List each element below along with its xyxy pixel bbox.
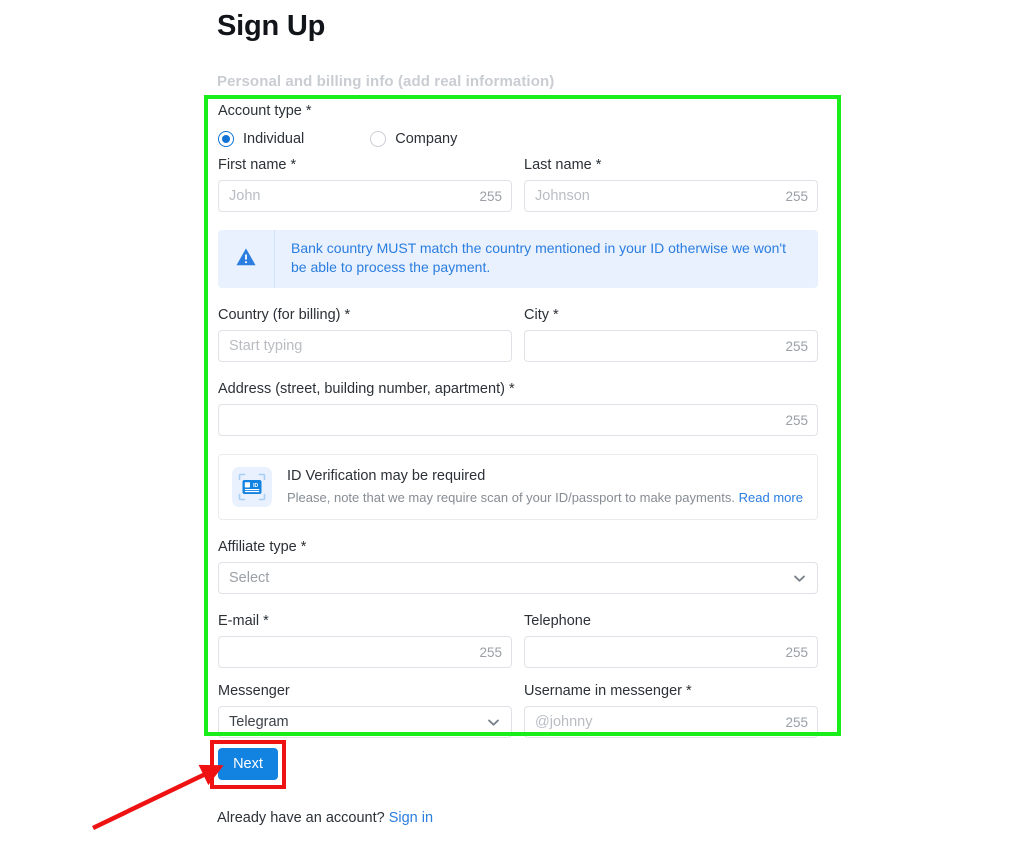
email-input[interactable]: 255 <box>218 636 512 668</box>
red-arrow-annotation <box>92 764 224 831</box>
telephone-group: Telephone 255 <box>524 612 818 668</box>
last-name-input[interactable]: Johnson 255 <box>524 180 818 212</box>
messenger-label: Messenger <box>218 683 290 699</box>
messenger-row: Messenger Telegram Username in messenger… <box>218 682 818 738</box>
email-group: E-mail * 255 <box>218 612 512 668</box>
first-name-group: First name * John 255 <box>218 156 512 212</box>
messenger-username-label: Username in messenger * <box>524 683 692 699</box>
radio-unselected-icon <box>370 131 387 147</box>
chevron-down-icon <box>486 715 511 730</box>
bank-alert-wrap: Bank country MUST match the country ment… <box>218 230 818 288</box>
id-card-scan-icon: ID <box>232 467 272 507</box>
chevron-down-icon <box>792 571 817 586</box>
messenger-username-input[interactable]: @johnny 255 <box>524 706 818 738</box>
email-phone-row: E-mail * 255 Telephone 255 <box>218 612 818 668</box>
signup-form: Account type * Individual Company First … <box>218 102 818 738</box>
messenger-group: Messenger Telegram <box>218 682 512 738</box>
id-verification-body: ID Verification may be required Please, … <box>287 468 804 506</box>
address-group: Address (street, building number, apartm… <box>218 380 818 436</box>
radio-label-individual: Individual <box>243 131 305 147</box>
email-counter: 255 <box>479 644 502 660</box>
account-type-radio-group: Individual Company <box>218 126 818 152</box>
last-name-label: Last name * <box>524 157 602 173</box>
id-verification-card: ID ID Verification may be required Pleas… <box>218 454 818 520</box>
last-name-group: Last name * Johnson 255 <box>524 156 818 212</box>
first-name-counter: 255 <box>479 188 502 204</box>
id-verification-desc-text: Please, note that we may require scan of… <box>287 490 735 505</box>
affiliate-type-select[interactable]: Select <box>218 562 818 594</box>
telephone-counter: 255 <box>785 644 808 660</box>
bank-country-alert: Bank country MUST match the country ment… <box>218 230 818 288</box>
messenger-username-placeholder: @johnny <box>535 714 593 730</box>
first-name-input[interactable]: John 255 <box>218 180 512 212</box>
country-label: Country (for billing) * <box>218 307 351 323</box>
country-placeholder: Start typing <box>229 338 303 354</box>
name-row: First name * John 255 Last name * Johnso… <box>218 156 818 212</box>
last-name-counter: 255 <box>785 188 808 204</box>
sign-in-link[interactable]: Sign in <box>389 810 433 826</box>
address-label: Address (street, building number, apartm… <box>218 381 515 397</box>
address-input[interactable]: 255 <box>218 404 818 436</box>
svg-text:ID: ID <box>253 483 258 489</box>
bank-alert-text: Bank country MUST match the country ment… <box>291 240 786 275</box>
radio-option-individual[interactable]: Individual <box>218 131 304 147</box>
affiliate-type-value: Select <box>229 570 270 586</box>
messenger-select[interactable]: Telegram <box>218 706 512 738</box>
country-input[interactable]: Start typing <box>218 330 512 362</box>
first-name-placeholder: John <box>229 188 261 204</box>
messenger-value: Telegram <box>229 714 289 730</box>
account-type-label: Account type * <box>218 103 312 119</box>
next-button[interactable]: Next <box>218 748 278 780</box>
country-group: Country (for billing) * Start typing <box>218 306 512 362</box>
radio-selected-icon <box>218 131 234 147</box>
last-name-placeholder: Johnson <box>535 188 590 204</box>
address-counter: 255 <box>785 412 808 428</box>
already-have-account-line: Already have an account? Sign in <box>217 810 433 826</box>
country-city-row: Country (for billing) * Start typing Cit… <box>218 306 818 362</box>
id-verification-description: Please, note that we may require scan of… <box>287 489 804 506</box>
radio-label-company: Company <box>395 131 458 147</box>
city-label: City * <box>524 307 559 323</box>
radio-option-company[interactable]: Company <box>370 131 457 147</box>
affiliate-type-label: Affiliate type * <box>218 539 307 555</box>
warning-triangle-icon <box>235 246 257 273</box>
first-name-label: First name * <box>218 157 297 173</box>
page-title: Sign Up <box>217 10 326 42</box>
already-have-account-text: Already have an account? <box>217 810 385 826</box>
read-more-link[interactable]: Read more <box>739 490 803 505</box>
city-group: City * 255 <box>524 306 818 362</box>
messenger-username-counter: 255 <box>785 714 808 730</box>
id-verification-title: ID Verification may be required <box>287 468 486 484</box>
city-counter: 255 <box>785 338 808 354</box>
email-label: E-mail * <box>218 613 269 629</box>
affiliate-type-group: Affiliate type * Select <box>218 538 818 594</box>
telephone-input[interactable]: 255 <box>524 636 818 668</box>
city-input[interactable]: 255 <box>524 330 818 362</box>
page-subtitle: Personal and billing info (add real info… <box>217 73 555 90</box>
telephone-label: Telephone <box>524 613 591 629</box>
alert-icon-wrap <box>218 230 275 288</box>
id-verification-wrap: ID ID Verification may be required Pleas… <box>218 454 818 520</box>
messenger-username-group: Username in messenger * @johnny 255 <box>524 682 818 738</box>
